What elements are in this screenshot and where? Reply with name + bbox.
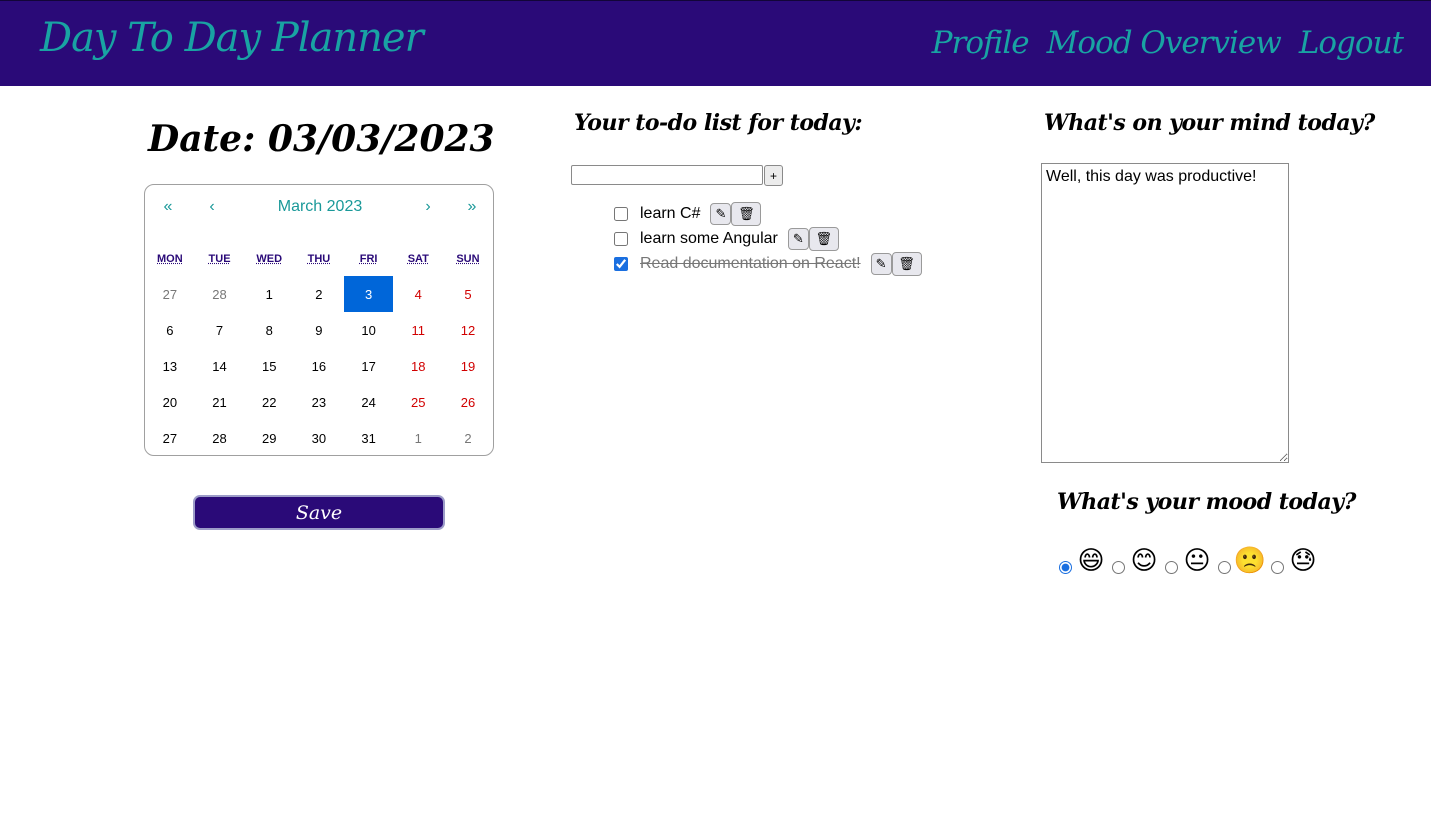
downcast-sweat-face-icon[interactable]: 😓: [1286, 546, 1320, 576]
calendar-day[interactable]: 16: [294, 348, 344, 384]
next-month-button[interactable]: ›: [415, 197, 441, 217]
trash-icon[interactable]: 🗑: [891, 252, 922, 276]
weekday-header: MON TUE WED THU FRI SAT SUN: [145, 253, 493, 265]
brand-title[interactable]: Day To Day Planner: [40, 15, 424, 61]
calendar-day[interactable]: 1: [244, 276, 294, 312]
calendar-day[interactable]: 23: [294, 384, 344, 420]
calendar-day[interactable]: 2: [443, 420, 493, 456]
neutral-face-icon[interactable]: 😐: [1180, 546, 1214, 576]
todo-item: learn C# ✎ 🗑: [614, 202, 762, 226]
calendar-day[interactable]: 14: [195, 348, 245, 384]
calendar-day[interactable]: 11: [393, 312, 443, 348]
calendar-day[interactable]: 25: [393, 384, 443, 420]
calendar-day[interactable]: 7: [195, 312, 245, 348]
todo-text: Read documentation on React!: [640, 255, 861, 272]
navbar: Day To Day Planner Profile Mood Overview…: [0, 0, 1431, 86]
pencil-icon[interactable]: ✎: [870, 253, 892, 275]
calendar-day[interactable]: 13: [145, 348, 195, 384]
calendar-day[interactable]: 31: [344, 420, 394, 456]
todo-text: learn C#: [640, 205, 701, 222]
next-year-button[interactable]: »: [459, 197, 485, 217]
pencil-icon[interactable]: ✎: [710, 203, 732, 225]
mood-radio[interactable]: [1059, 561, 1072, 574]
calendar-day[interactable]: 19: [443, 348, 493, 384]
calendar-day[interactable]: 5: [443, 276, 493, 312]
calendar-day[interactable]: 28: [195, 420, 245, 456]
trash-icon[interactable]: 🗑: [808, 227, 839, 251]
todo-text: learn some Angular: [640, 230, 778, 247]
date-title: Date: 03/03/2023: [148, 118, 495, 160]
calendar-day[interactable]: 28: [195, 276, 245, 312]
calendar-day[interactable]: 3: [343, 276, 394, 312]
todo-item: Read documentation on React! ✎ 🗑: [614, 252, 922, 276]
todo-title: Your to-do list for today:: [574, 110, 863, 136]
mood-option[interactable]: 😓: [1269, 546, 1320, 576]
save-button[interactable]: Save: [193, 495, 445, 530]
month-label-button[interactable]: March 2023: [245, 197, 395, 217]
calendar-day[interactable]: 6: [145, 312, 195, 348]
mood-radio[interactable]: [1165, 561, 1178, 574]
todo-item: learn some Angular ✎ 🗑: [614, 227, 839, 251]
calendar: « ‹ March 2023 › » MON TUE WED THU FRI S…: [144, 184, 494, 456]
grinning-face-icon[interactable]: 😄: [1074, 546, 1108, 576]
todo-input[interactable]: [571, 165, 763, 185]
todo-checkbox[interactable]: [614, 207, 628, 221]
calendar-day[interactable]: 12: [443, 312, 493, 348]
calendar-day[interactable]: 27: [145, 420, 195, 456]
prev-month-button[interactable]: ‹: [199, 197, 225, 217]
mood-option[interactable]: 😊: [1110, 546, 1161, 576]
weekday-label: WED: [256, 253, 283, 265]
weekday-label: FRI: [359, 253, 378, 265]
mood-option[interactable]: 🙁: [1216, 546, 1267, 576]
calendar-day[interactable]: 26: [443, 384, 493, 420]
calendar-day[interactable]: 30: [294, 420, 344, 456]
mood-title: What's your mood today?: [1057, 489, 1356, 515]
pencil-icon[interactable]: ✎: [787, 228, 809, 250]
weekday-label: THU: [307, 253, 331, 265]
todo-checkbox[interactable]: [614, 232, 628, 246]
nav-mood-overview-link[interactable]: Mood Overview: [1047, 25, 1282, 61]
calendar-day[interactable]: 18: [393, 348, 443, 384]
calendar-day[interactable]: 20: [145, 384, 195, 420]
calendar-day[interactable]: 1: [393, 420, 443, 456]
mind-textarea[interactable]: Well, this day was productive!: [1041, 163, 1289, 463]
calendar-days-grid: 27 28 1 2 3 4 5 6 7 8 9 10 11 12 13 14 15 16 17 18 19 20 21 22 2…: [145, 276, 493, 456]
calendar-day[interactable]: 21: [195, 384, 245, 420]
calendar-day[interactable]: 24: [344, 384, 394, 420]
trash-icon[interactable]: 🗑: [731, 202, 762, 226]
frowning-face-icon[interactable]: 🙁: [1233, 546, 1267, 576]
nav-links: Profile Mood Overview Logout: [932, 25, 1404, 61]
calendar-day[interactable]: 29: [244, 420, 294, 456]
prev-year-button[interactable]: «: [155, 197, 181, 217]
calendar-day[interactable]: 15: [244, 348, 294, 384]
calendar-day[interactable]: 22: [244, 384, 294, 420]
mood-options: 😄 😊 😐 🙁 😓: [1057, 546, 1322, 576]
weekday-label: TUE: [208, 253, 231, 265]
mood-radio[interactable]: [1112, 561, 1125, 574]
nav-logout-link[interactable]: Logout: [1299, 25, 1404, 61]
calendar-navigation: « ‹ March 2023 › »: [145, 197, 493, 221]
mood-option[interactable]: 😄: [1057, 546, 1108, 576]
weekday-label: SUN: [456, 253, 480, 265]
mood-radio[interactable]: [1218, 561, 1231, 574]
calendar-day[interactable]: 10: [344, 312, 394, 348]
calendar-day[interactable]: 27: [145, 276, 195, 312]
mood-radio[interactable]: [1271, 561, 1284, 574]
calendar-day[interactable]: 8: [244, 312, 294, 348]
calendar-day[interactable]: 17: [344, 348, 394, 384]
mind-title: What's on your mind today?: [1044, 110, 1375, 136]
calendar-day[interactable]: 4: [393, 276, 443, 312]
todo-checkbox[interactable]: [614, 257, 628, 271]
calendar-day[interactable]: 9: [294, 312, 344, 348]
weekday-label: MON: [157, 253, 183, 265]
calendar-day[interactable]: 2: [294, 276, 344, 312]
nav-profile-link[interactable]: Profile: [932, 25, 1030, 61]
smiling-face-icon[interactable]: 😊: [1127, 546, 1161, 576]
weekday-label: SAT: [407, 253, 429, 265]
mood-option[interactable]: 😐: [1163, 546, 1214, 576]
add-todo-button[interactable]: +: [764, 165, 783, 186]
